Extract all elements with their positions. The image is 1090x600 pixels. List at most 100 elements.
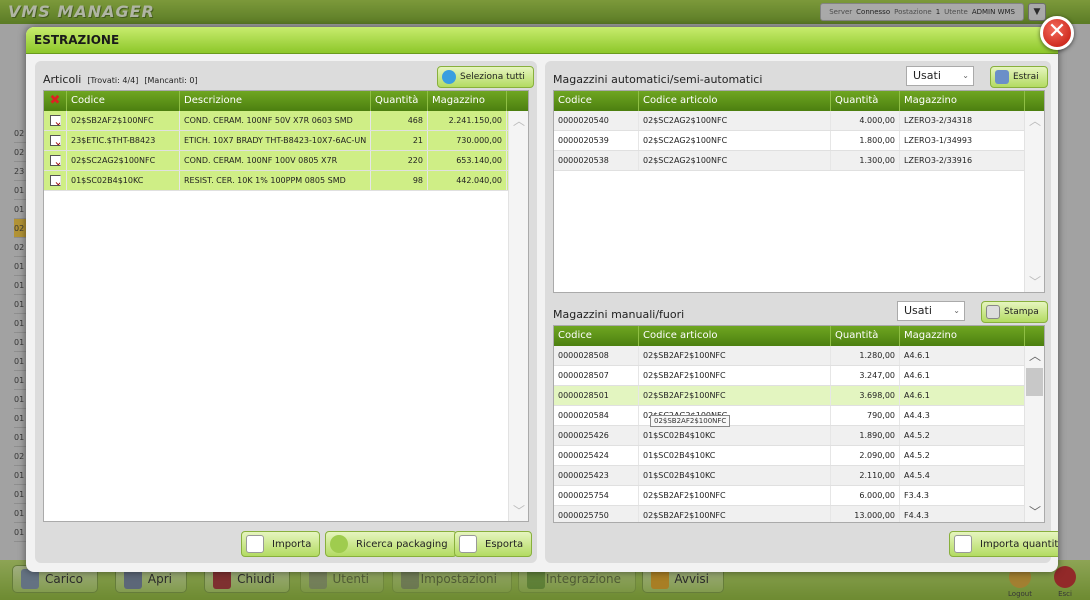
auto-filter-select[interactable]: Usati ⌄ xyxy=(906,66,974,86)
row-checkbox[interactable]: ✕ xyxy=(49,135,61,146)
table-cell: RESIST. CER. 10K 1% 100PPM 0805 SMD xyxy=(180,171,371,190)
table-cell: 442.040,00 xyxy=(428,171,507,190)
table-cell: 02$SB2AF2$100NFC xyxy=(639,506,831,522)
articles-scrollbar[interactable]: ︿ ﹀ xyxy=(508,111,528,521)
table-cell: 02$SC2AG2$100NFC xyxy=(639,151,831,170)
table-cell: A4.5.4 xyxy=(900,466,1025,485)
table-row[interactable]: 0000020539 02$SC2AG2$100NFC 1.800,00 LZERO3… xyxy=(554,131,1044,151)
table-cell: 02$SC2AG2$100NFC xyxy=(639,131,831,150)
table-cell: 1.300,00 xyxy=(831,151,900,170)
scroll-thumb[interactable] xyxy=(1026,368,1043,396)
table-row[interactable]: 0000025754 02$SB2AF2$100NFC 6.000,00 F3.4.3 xyxy=(554,486,1044,506)
table-row[interactable]: ✕ 23$ETIC.$THT-B8423ETICH. 10X7 BRADY THT… xyxy=(44,131,528,151)
table-cell: 02$SB2AF2$100NFC xyxy=(639,386,831,405)
row-checkbox[interactable]: ✕ xyxy=(49,155,61,166)
close-icon: ✕ xyxy=(1047,19,1067,44)
extraction-dialog: ESTRAZIONE Articoli [Trovati: 4/4] [Mancan… xyxy=(26,27,1058,572)
print-button[interactable]: Stampa xyxy=(981,301,1048,323)
table-cell: 2.110,00 xyxy=(831,466,900,485)
table-cell: 01$SC02B4$10KC xyxy=(639,446,831,465)
cell-tooltip: 02$SB2AF2$100NFC xyxy=(650,415,731,427)
import-quantity-button[interactable]: Importa quantità xyxy=(949,531,1058,557)
scroll-down-icon[interactable]: ﹀ xyxy=(1029,506,1041,518)
row-checkbox[interactable]: ✕ xyxy=(49,175,61,186)
manual-warehouses-grid: Codice Codice articolo Quantità Magazzin… xyxy=(553,325,1045,523)
table-cell: F3.4.3 xyxy=(900,486,1025,505)
table-cell: A4.6.1 xyxy=(900,346,1025,365)
uncheck-all-icon[interactable]: ✖ xyxy=(44,91,67,111)
table-row[interactable]: 0000028501 02$SB2AF2$100NFC 3.698,00 A4.6.1 xyxy=(554,386,1044,406)
check-circle-icon xyxy=(442,70,456,84)
export-button[interactable]: Esporta xyxy=(454,531,533,557)
table-cell: 3.698,00 xyxy=(831,386,900,405)
table-cell: 0000025424 xyxy=(554,446,639,465)
table-row[interactable]: ✕ 02$SC2AG2$100NFCCOND. CERAM. 100NF 100V… xyxy=(44,151,528,171)
table-cell: 01$SC02B4$10KC xyxy=(639,466,831,485)
table-row[interactable]: ✕ 02$SB2AF2$100NFCCOND. CERAM. 100NF 50V … xyxy=(44,111,528,131)
table-cell: 23$ETIC.$THT-B8423 xyxy=(67,131,180,150)
table-row[interactable]: 0000025750 02$SB2AF2$100NFC 13.000,00 F4.4.… xyxy=(554,506,1044,522)
table-row[interactable]: ✕ 01$SC02B4$10KCRESIST. CER. 10K 1% 100PP… xyxy=(44,171,528,191)
packaging-search-button[interactable]: Ricerca packaging xyxy=(325,531,457,557)
scroll-up-icon[interactable]: ︿ xyxy=(1029,115,1041,127)
extract-button[interactable]: Estrai xyxy=(990,66,1048,88)
table-cell: 0000025423 xyxy=(554,466,639,485)
manual-grid-body: 0000028508 02$SB2AF2$100NFC 1.280,00 A4.6.1… xyxy=(554,346,1044,522)
import-button[interactable]: Importa xyxy=(241,531,321,557)
table-row[interactable]: 0000020540 02$SC2AG2$100NFC 4.000,00 LZERO3… xyxy=(554,111,1044,131)
table-cell: 0000028501 xyxy=(554,386,639,405)
table-cell: 0000020540 xyxy=(554,111,639,130)
scroll-up-icon[interactable]: ︿ xyxy=(513,115,525,127)
scroll-down-icon[interactable]: ﹀ xyxy=(1029,276,1041,288)
table-row[interactable]: 000002058402$SC2AG2$100NFC790,00A4.4.3 xyxy=(554,406,1044,426)
table-cell: A4.6.1 xyxy=(900,366,1025,385)
articles-grid-body: ✕ 02$SB2AF2$100NFCCOND. CERAM. 100NF 50V … xyxy=(44,111,528,191)
table-row[interactable]: 0000020538 02$SC2AG2$100NFC 1.300,00 LZERO3… xyxy=(554,151,1044,171)
auto-grid-body: 0000020540 02$SC2AG2$100NFC 4.000,00 LZERO3… xyxy=(554,111,1044,171)
table-row[interactable]: 0000025426 01$SC02B4$10KC 1.890,00 A4.5.2 xyxy=(554,426,1044,446)
table-row[interactable]: 0000025424 01$SC02B4$10KC 2.090,00 A4.5.2 xyxy=(554,446,1044,466)
table-cell: 13.000,00 xyxy=(831,506,900,522)
table-cell: 2.241.150,00 xyxy=(428,111,507,130)
table-cell: 3.247,00 xyxy=(831,366,900,385)
extract-icon xyxy=(995,70,1009,84)
table-cell: 0000025426 xyxy=(554,426,639,445)
dialog-header: ESTRAZIONE xyxy=(26,27,1058,54)
table-cell: A4.5.2 xyxy=(900,426,1025,445)
select-all-button[interactable]: Seleziona tutti xyxy=(437,66,534,88)
table-cell: 1.280,00 xyxy=(831,346,900,365)
table-cell: 1.800,00 xyxy=(831,131,900,150)
articles-grid: ✖ Codice Descrizione Quantità Magazzino … xyxy=(43,90,529,522)
table-row[interactable]: 0000028508 02$SB2AF2$100NFC 1.280,00 A4.6.1 xyxy=(554,346,1044,366)
table-cell: 0000020584 xyxy=(554,406,639,425)
dialog-title: ESTRAZIONE xyxy=(34,33,120,47)
table-row[interactable]: 0000028507 02$SB2AF2$100NFC 3.247,00 A4.6.1 xyxy=(554,366,1044,386)
auto-scrollbar[interactable]: ︿ ﹀ xyxy=(1024,111,1044,292)
table-cell: 98 xyxy=(371,171,428,190)
warehouses-panel: Magazzini automatici/semi-automatici Usa… xyxy=(545,61,1058,563)
table-cell: 02$SB2AF2$100NFC xyxy=(639,486,831,505)
manual-scrollbar[interactable]: ︿ ﹀ xyxy=(1024,346,1044,522)
table-cell: 01$SC02B4$10KC xyxy=(67,171,180,190)
table-cell: 730.000,00 xyxy=(428,131,507,150)
table-cell: 02$SB2AF2$100NFC xyxy=(639,366,831,385)
scroll-up-icon[interactable]: ︿ xyxy=(1029,350,1041,362)
gear-icon xyxy=(330,535,348,553)
scroll-down-icon[interactable]: ﹀ xyxy=(513,505,525,517)
table-cell: COND. CERAM. 100NF 100V 0805 X7R xyxy=(180,151,371,170)
table-cell: 220 xyxy=(371,151,428,170)
table-cell: 01$SC02B4$10KC xyxy=(639,426,831,445)
printer-icon xyxy=(986,305,1000,319)
close-dialog-button[interactable]: ✕ xyxy=(1040,16,1074,50)
table-row[interactable]: 0000025423 01$SC02B4$10KC 2.110,00 A4.5.4 xyxy=(554,466,1044,486)
table-cell: 468 xyxy=(371,111,428,130)
row-checkbox[interactable]: ✕ xyxy=(49,115,61,126)
table-cell: 02$SB2AF2$100NFC xyxy=(67,111,180,130)
table-cell: 0000028507 xyxy=(554,366,639,385)
table-cell: 6.000,00 xyxy=(831,486,900,505)
manual-filter-select[interactable]: Usati ⌄ xyxy=(897,301,965,321)
table-cell: LZERO3-2/33916 xyxy=(900,151,1025,170)
table-cell: 0000025754 xyxy=(554,486,639,505)
manual-warehouses-title: Magazzini manuali/fuori xyxy=(553,308,685,321)
table-cell: 0000025750 xyxy=(554,506,639,522)
